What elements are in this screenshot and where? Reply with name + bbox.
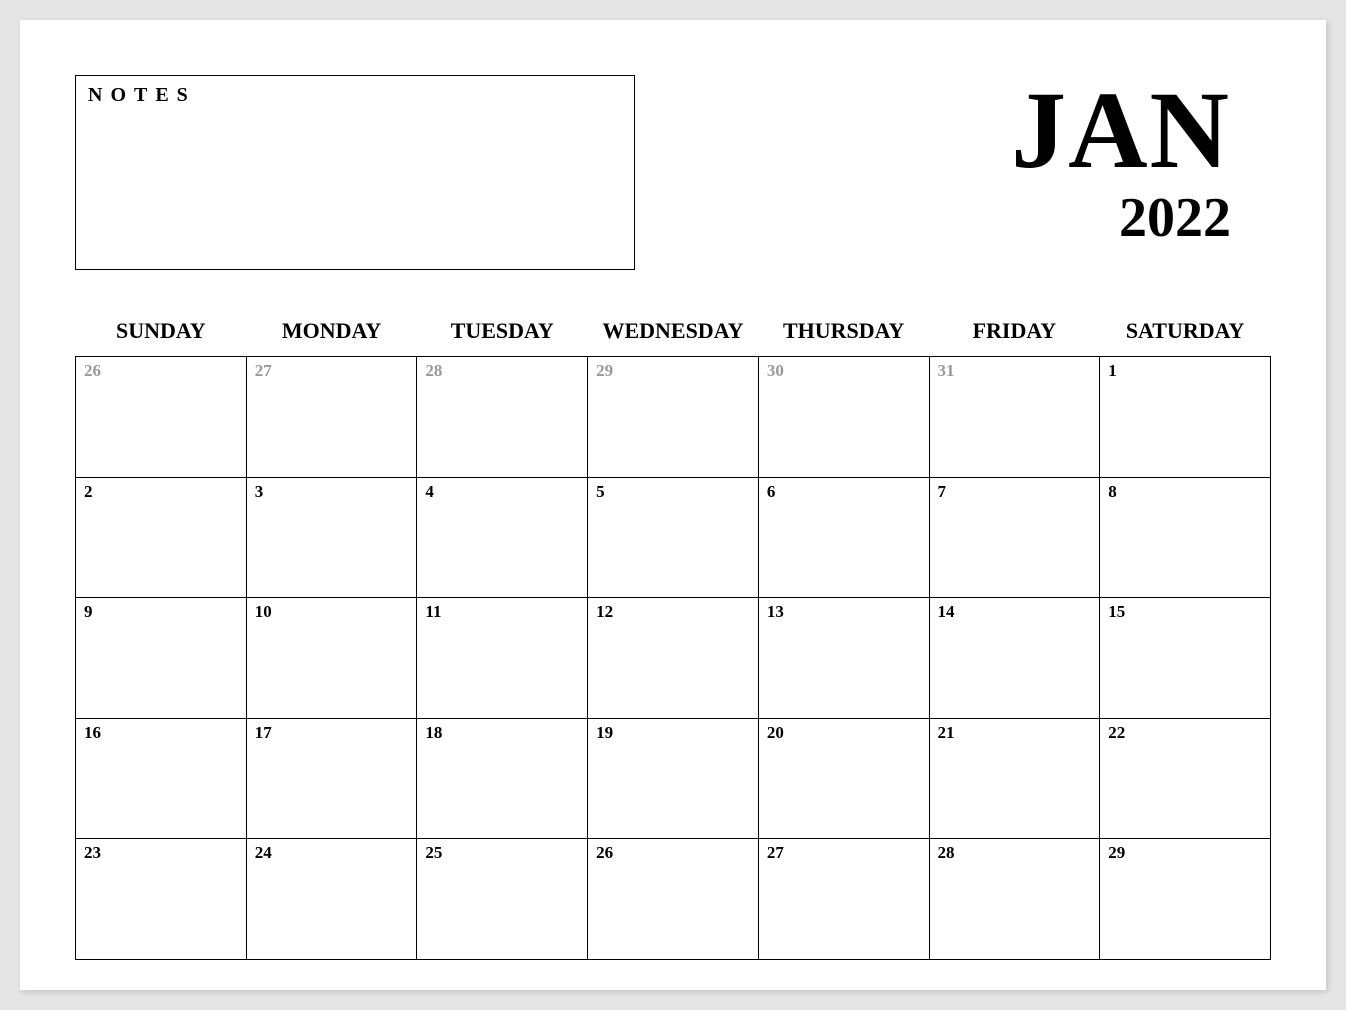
calendar-day-cell[interactable]: 24	[246, 839, 417, 960]
calendar-day-cell[interactable]: 28	[417, 357, 588, 478]
calendar-day-cell[interactable]: 22	[1100, 718, 1271, 839]
calendar-day-cell[interactable]: 12	[588, 598, 759, 719]
calendar-day-cell[interactable]: 7	[929, 477, 1100, 598]
calendar-day-cell[interactable]: 26	[588, 839, 759, 960]
day-header: MONDAY	[246, 310, 417, 357]
calendar-week-row: 9101112131415	[76, 598, 1271, 719]
calendar-day-cell[interactable]: 1	[1100, 357, 1271, 478]
calendar-day-cell[interactable]: 26	[76, 357, 247, 478]
calendar-day-cell[interactable]: 13	[758, 598, 929, 719]
day-header: FRIDAY	[929, 310, 1100, 357]
calendar-day-cell[interactable]: 20	[758, 718, 929, 839]
calendar-week-row: 23242526272829	[76, 839, 1271, 960]
calendar-day-cell[interactable]: 5	[588, 477, 759, 598]
day-header: SUNDAY	[76, 310, 247, 357]
header: NOTES JAN 2022	[75, 75, 1271, 270]
calendar-day-cell[interactable]: 27	[758, 839, 929, 960]
calendar-day-cell[interactable]: 27	[246, 357, 417, 478]
calendar-week-row: 2627282930311	[76, 357, 1271, 478]
calendar-day-cell[interactable]: 14	[929, 598, 1100, 719]
calendar-day-cell[interactable]: 30	[758, 357, 929, 478]
calendar-day-cell[interactable]: 29	[1100, 839, 1271, 960]
day-header: SATURDAY	[1100, 310, 1271, 357]
calendar-day-cell[interactable]: 23	[76, 839, 247, 960]
year-number: 2022	[1011, 190, 1231, 246]
calendar-day-cell[interactable]: 10	[246, 598, 417, 719]
calendar-day-cell[interactable]: 9	[76, 598, 247, 719]
day-header: WEDNESDAY	[588, 310, 759, 357]
calendar-week-row: 2345678	[76, 477, 1271, 598]
calendar-day-cell[interactable]: 17	[246, 718, 417, 839]
calendar-day-cell[interactable]: 8	[1100, 477, 1271, 598]
calendar-grid: SUNDAY MONDAY TUESDAY WEDNESDAY THURSDAY…	[75, 310, 1271, 960]
calendar-day-cell[interactable]: 11	[417, 598, 588, 719]
calendar-day-cell[interactable]: 4	[417, 477, 588, 598]
calendar-day-cell[interactable]: 2	[76, 477, 247, 598]
calendar-day-cell[interactable]: 3	[246, 477, 417, 598]
calendar-week-row: 16171819202122	[76, 718, 1271, 839]
calendar-day-cell[interactable]: 19	[588, 718, 759, 839]
calendar-day-cell[interactable]: 29	[588, 357, 759, 478]
calendar-day-cell[interactable]: 6	[758, 477, 929, 598]
day-header-row: SUNDAY MONDAY TUESDAY WEDNESDAY THURSDAY…	[76, 310, 1271, 357]
notes-label: NOTES	[88, 84, 622, 107]
calendar-day-cell[interactable]: 25	[417, 839, 588, 960]
month-year-title: JAN 2022	[1011, 75, 1271, 246]
day-header: TUESDAY	[417, 310, 588, 357]
calendar-day-cell[interactable]: 21	[929, 718, 1100, 839]
calendar-day-cell[interactable]: 15	[1100, 598, 1271, 719]
calendar-page: NOTES JAN 2022 SUNDAY MONDAY TUESDAY WED…	[20, 20, 1326, 990]
day-header: THURSDAY	[758, 310, 929, 357]
notes-box[interactable]: NOTES	[75, 75, 635, 270]
month-name: JAN	[1011, 75, 1231, 185]
calendar-day-cell[interactable]: 31	[929, 357, 1100, 478]
calendar-day-cell[interactable]: 16	[76, 718, 247, 839]
calendar-day-cell[interactable]: 28	[929, 839, 1100, 960]
calendar-day-cell[interactable]: 18	[417, 718, 588, 839]
